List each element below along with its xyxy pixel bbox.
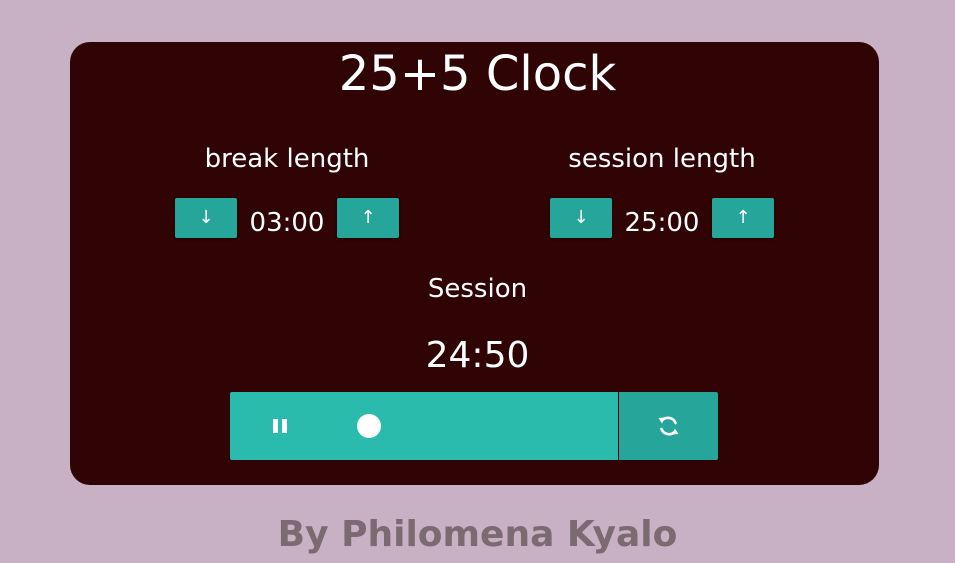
control-bar [230,392,618,460]
timer-display: 24:50 [425,335,530,376]
arrow-down-icon: ↓ [198,207,214,228]
play-pause-button[interactable] [230,392,330,460]
app-title: 25+5 Clock [338,46,617,102]
progress-slider[interactable] [350,392,600,460]
author-credit: By Philomena Kyalo [277,514,678,555]
refresh-icon [658,416,679,436]
session-increment-button[interactable]: ↑ [712,198,774,238]
break-increment-button[interactable]: ↑ [337,198,399,238]
session-decrement-button[interactable]: ↓ [550,198,612,238]
break-decrement-button[interactable]: ↓ [175,198,237,238]
arrow-up-icon: ↑ [735,207,751,228]
reset-button[interactable] [619,392,718,460]
break-length-label: break length [204,144,370,174]
arrow-down-icon: ↓ [573,207,589,228]
break-length-value: 03:00 [249,208,325,238]
timer-label: Session [427,274,528,304]
arrow-up-icon: ↑ [360,207,376,228]
session-length-value: 25:00 [624,208,700,238]
progress-slider-thumb[interactable] [357,414,381,438]
session-length-label: session length [568,144,756,174]
